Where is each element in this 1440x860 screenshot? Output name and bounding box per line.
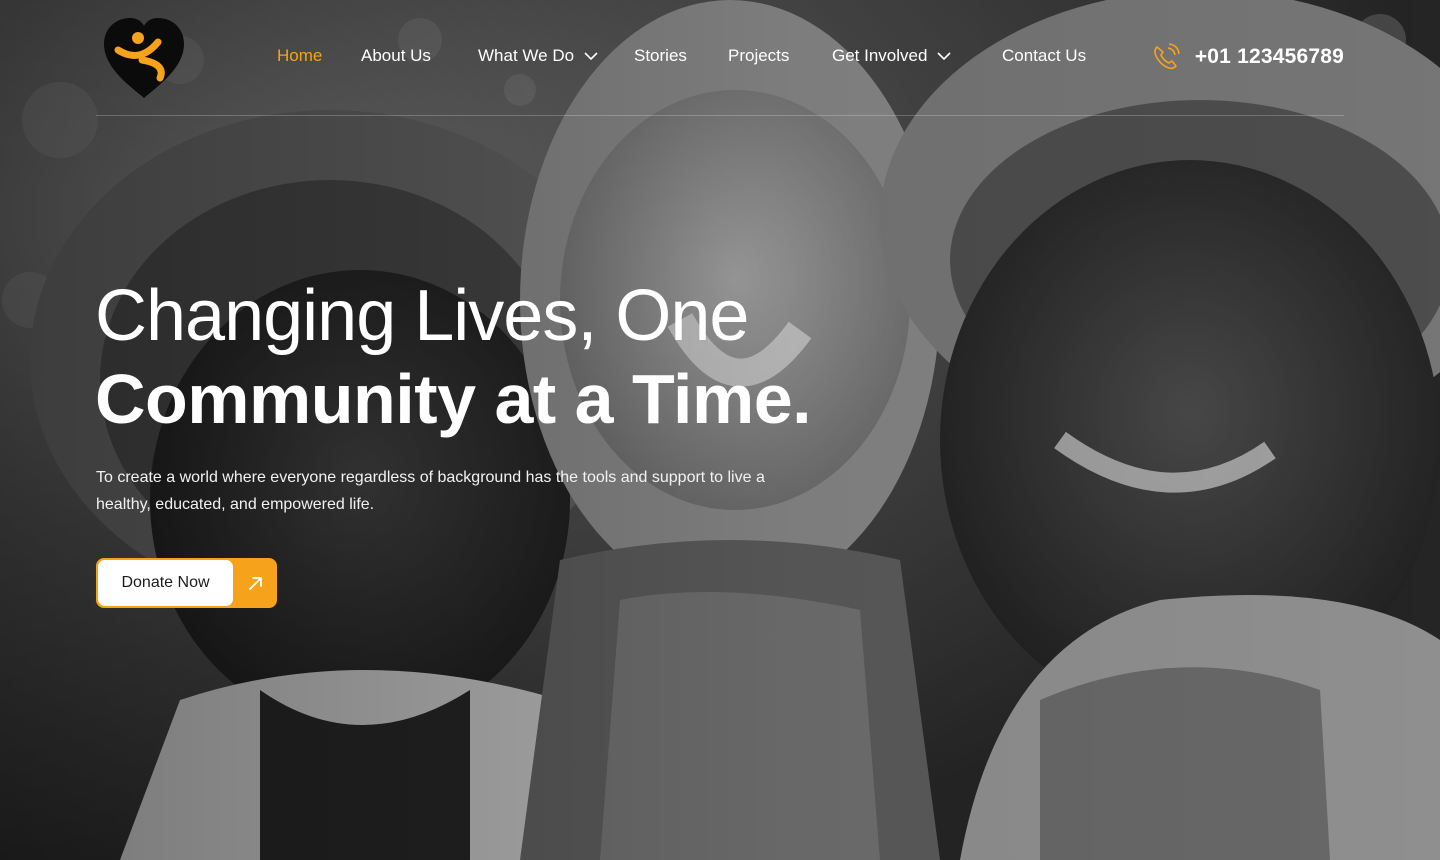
- nav-stories[interactable]: Stories: [634, 46, 687, 66]
- chevron-down-icon: [584, 52, 598, 61]
- nav-contact-us-label: Contact Us: [1002, 46, 1087, 65]
- arrow-up-right-icon: [249, 577, 262, 590]
- nav-what-we-do[interactable]: What We Do: [478, 46, 598, 66]
- site-header: Home About Us What We Do Stories Project…: [96, 0, 1344, 116]
- nav-stories-label: Stories: [634, 46, 687, 65]
- hero-title-line1: Changing Lives, One: [95, 276, 749, 356]
- nav-what-we-do-label: What We Do: [478, 46, 575, 65]
- nav-home[interactable]: Home: [277, 46, 322, 66]
- donate-now-button[interactable]: Donate Now: [96, 558, 277, 608]
- phone-ringing-icon: [1153, 43, 1180, 70]
- nav-projects-label: Projects: [728, 46, 790, 65]
- nav-get-involved-label: Get Involved: [832, 46, 928, 65]
- nav-home-label: Home: [277, 46, 323, 65]
- phone-number: +01 123456789: [1194, 45, 1344, 68]
- phone-contact[interactable]: +01 123456789: [1151, 42, 1344, 72]
- chevron-down-icon: [937, 52, 952, 61]
- hero-title: Changing Lives, One Community at a Time.: [95, 276, 812, 438]
- donate-now-label: Donate Now: [98, 560, 233, 606]
- nav-about-us-label: About Us: [361, 46, 431, 65]
- nav-contact-us[interactable]: Contact Us: [1002, 46, 1086, 66]
- nav-about-us[interactable]: About Us: [361, 46, 431, 66]
- hero-description: To create a world where everyone regardl…: [96, 469, 765, 513]
- nav-projects[interactable]: Projects: [728, 46, 789, 66]
- heart-person-logo-icon[interactable]: [100, 16, 188, 100]
- hero-title-line2: Community at a Time.: [95, 360, 812, 438]
- nav-get-involved[interactable]: Get Involved: [832, 46, 952, 66]
